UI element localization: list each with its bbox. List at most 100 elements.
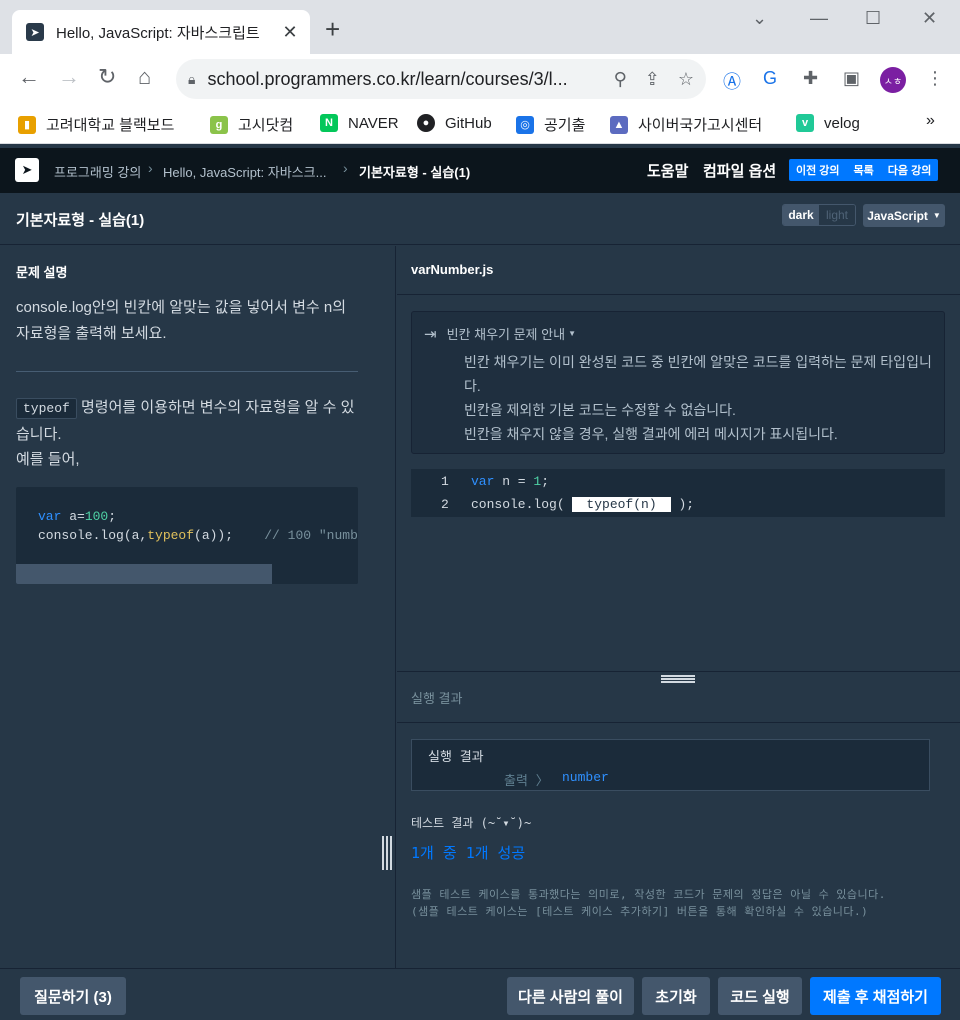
bookmark-item[interactable]: ◎ 공기출 — [516, 114, 585, 135]
home-icon[interactable]: ⌂ — [138, 66, 151, 88]
example-code: var a=100; console.log(a,typeof(a)); // … — [38, 509, 358, 543]
code-editor[interactable]: 1 var n = 1; 2 console.log( typeof(n) ); — [411, 469, 945, 517]
notice-line: 빈칸 채우기는 이미 완성된 코드 중 빈칸에 알맞은 코드를 입력하는 문제 … — [464, 354, 932, 394]
vertical-resize-handle[interactable] — [382, 836, 392, 870]
help-link[interactable]: 도움말 — [647, 160, 688, 181]
divider — [397, 722, 960, 723]
programmers-logo-icon[interactable]: ➤ — [15, 158, 39, 182]
typeof-explanation: typeof 명령어를 이용하면 변수의 자료형을 알 수 있습니다. — [16, 395, 356, 448]
bookmark-label: 고려대학교 블랙보드 — [46, 117, 175, 134]
side-panel-icon[interactable]: ▣ — [843, 68, 860, 89]
notice-line: 빈칸을 제외한 기본 코드는 수정할 수 없습니다. — [464, 402, 736, 418]
app-nav-bar: ➤ 프로그래밍 강의 › Hello, JavaScript: 자바스크... … — [0, 148, 960, 193]
window-close-icon[interactable]: ✕ — [922, 8, 937, 29]
horizontal-scrollbar[interactable] — [16, 564, 358, 584]
result-box-title: 실행 결과 — [428, 750, 484, 765]
bookmarks-overflow-icon[interactable]: » — [926, 112, 935, 130]
reload-icon[interactable]: ↻ — [98, 66, 116, 88]
browser-toolbar: ← → ↻ ⌂ 🔒︎ school.programmers.co.kr/lear… — [0, 54, 960, 104]
lesson-title: 기본자료형 - 실습(1) — [16, 212, 145, 229]
bookmark-label: velog — [824, 114, 860, 132]
bookmarks-bar: ▮ 고려대학교 블랙보드 g 고시닷컴 N NAVER ● GitHub ◎ 공… — [0, 104, 960, 144]
line-number: 1 — [441, 474, 449, 489]
theme-dark-option[interactable]: dark — [783, 205, 819, 225]
lesson-list-button[interactable]: 목록 — [847, 162, 881, 178]
maximize-icon[interactable]: ☐ — [865, 8, 881, 29]
share-icon[interactable]: ⇪ — [645, 69, 660, 90]
next-lesson-button[interactable]: 다음 강의 — [881, 162, 939, 178]
language-select[interactable]: JavaScript ▼ — [863, 204, 945, 227]
blank-input[interactable]: typeof(n) — [572, 497, 671, 512]
lesson-nav-group: 이전 강의 목록 다음 강의 — [789, 159, 939, 181]
output-label: 출력 〉 — [504, 774, 549, 789]
bookmark-item[interactable]: N NAVER — [320, 114, 399, 132]
line-number: 2 — [441, 497, 449, 512]
result-box: 실행 결과 출력 〉 number — [411, 739, 930, 791]
chevron-right-icon: › — [148, 160, 153, 176]
problem-text: console.log안의 빈칸에 알맞는 값을 넣어서 변수 n의 자료형을 … — [16, 299, 347, 342]
chevron-right-icon: › — [343, 160, 348, 176]
code-line: console.log( typeof(n) ); — [471, 497, 695, 512]
submit-button[interactable]: 제출 후 채점하기 — [810, 977, 941, 1015]
forward-icon[interactable]: → — [58, 66, 80, 88]
theme-light-option[interactable]: light — [819, 205, 855, 225]
bookmark-label: 사이버국가고시센터 — [638, 117, 763, 134]
bookmark-item[interactable]: g 고시닷컴 — [210, 114, 293, 135]
bookmark-item[interactable]: v velog — [796, 114, 860, 132]
tab-search-icon[interactable]: ⌄ — [752, 8, 767, 29]
translate-extension-icon[interactable]: G — [763, 68, 777, 89]
tab-title: Hello, JavaScript: 자바스크립트 — [56, 24, 260, 42]
file-name: varNumber.js — [411, 262, 494, 277]
programmers-favicon-icon: ➤ — [26, 23, 44, 41]
url-text[interactable]: school.programmers.co.kr/learn/courses/3… — [207, 69, 595, 90]
output-value: number — [562, 770, 609, 785]
zoom-icon[interactable]: ⚲ — [614, 69, 627, 90]
inline-code: typeof — [16, 398, 77, 419]
velog-icon: v — [796, 114, 814, 132]
address-bar[interactable]: 🔒︎ school.programmers.co.kr/learn/course… — [176, 59, 706, 99]
theme-toggle[interactable]: dark light — [782, 204, 856, 226]
bookmark-item[interactable]: ● GitHub — [417, 114, 492, 132]
horizontal-resize-handle[interactable] — [661, 675, 695, 683]
run-code-button[interactable]: 코드 실행 — [718, 977, 802, 1015]
problem-heading: 문제 설명 — [16, 265, 68, 280]
browser-menu-icon[interactable]: ⋮ — [926, 68, 944, 89]
reset-button[interactable]: 초기화 — [642, 977, 710, 1015]
compile-options-link[interactable]: 컴파일 옵션 — [703, 160, 776, 181]
scrollbar-thumb[interactable] — [16, 564, 272, 584]
profile-avatar[interactable]: ㅅㅎ — [880, 67, 906, 93]
test-result-title: 테스트 결과 (~˘▾˘)~ — [411, 816, 532, 830]
others-solutions-button[interactable]: 다른 사람의 풀이 — [507, 977, 634, 1015]
caret-down-icon: ▼ — [932, 211, 941, 220]
caret-down-icon: ▼ — [568, 329, 576, 338]
notice-body: 빈칸 채우기는 이미 완성된 코드 중 빈칸에 알맞은 코드를 입력하는 문제 … — [464, 350, 934, 446]
divider — [397, 671, 960, 672]
lock-icon[interactable]: 🔒︎ — [188, 71, 195, 88]
naver-icon: N — [320, 114, 338, 132]
tab-close-icon[interactable]: ✕ — [280, 22, 300, 43]
notice-toggle[interactable]: ⇥ 빈칸 채우기 문제 안내 ▼ — [424, 324, 576, 343]
breadcrumb-current: 기본자료형 - 실습(1) — [359, 165, 471, 180]
extensions-icon[interactable]: ✚ — [803, 68, 818, 89]
problem-description-panel: 문제 설명 console.log안의 빈칸에 알맞는 값을 넣어서 변수 n의… — [0, 246, 396, 968]
browser-tab-strip: ➤ Hello, JavaScript: 자바스크립트 ✕ + ⌄ — ☐ ✕ — [0, 0, 960, 54]
bookmark-label: 고시닷컴 — [238, 117, 294, 134]
notice-title: 빈칸 채우기 문제 안내 — [446, 327, 566, 342]
bookmark-label: 공기출 — [544, 117, 586, 134]
bookmark-item[interactable]: ▲ 사이버국가고시센터 — [610, 114, 762, 135]
bookmark-star-icon[interactable]: ☆ — [678, 69, 694, 90]
dictionary-extension-icon[interactable]: Ⓐ — [723, 68, 741, 94]
test-result-note: 샘플 테스트 케이스를 통과했다는 의미로, 작성한 코드가 문제의 정답은 아… — [411, 888, 886, 918]
fill-blank-notice: ⇥ 빈칸 채우기 문제 안내 ▼ 빈칸 채우기는 이미 완성된 코드 중 빈칸에… — [411, 311, 945, 454]
ask-question-button[interactable]: 질문하기 (3) — [20, 977, 126, 1015]
breadcrumb-lectures[interactable]: 프로그래밍 강의 — [54, 162, 141, 181]
breadcrumb-course[interactable]: Hello, JavaScript: 자바스크... — [163, 162, 326, 181]
new-tab-icon[interactable]: + — [325, 16, 340, 42]
language-value: JavaScript — [867, 208, 928, 223]
minimize-icon[interactable]: — — [810, 8, 828, 29]
back-icon[interactable]: ← — [18, 66, 40, 88]
login-arrow-icon: ⇥ — [424, 325, 437, 343]
bookmark-item[interactable]: ▮ 고려대학교 블랙보드 — [18, 114, 174, 135]
prev-lesson-button[interactable]: 이전 강의 — [789, 162, 847, 178]
browser-tab[interactable]: ➤ Hello, JavaScript: 자바스크립트 ✕ — [12, 10, 310, 54]
